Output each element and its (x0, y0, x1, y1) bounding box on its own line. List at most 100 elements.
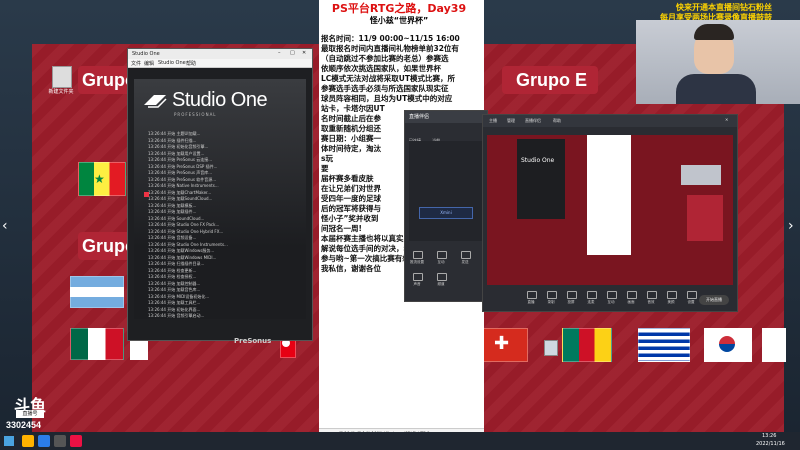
control-label: 互动 (607, 300, 615, 304)
document-line: LC模式无法对战将采取UT模式比赛，所 (321, 74, 455, 83)
control-icon[interactable] (627, 291, 637, 299)
control-icon[interactable] (647, 291, 657, 299)
log-line: 13:26:44 开始 主题UI加载... (148, 131, 201, 136)
douyu-sub: 直播号 (16, 410, 44, 418)
flag-mexico (70, 328, 124, 360)
control-label: 设置 (687, 300, 695, 304)
document-line: 参赛选手选手必须与所选国家队现实征 (321, 84, 449, 93)
log-line: 13:26:44 开始 PreSonus 软件音源... (148, 176, 217, 182)
log-line: 13:26:44 开始 插件扫描... (148, 137, 197, 143)
douyu-logo: 斗鱼 直播号 3302454 (6, 392, 66, 432)
label-send: 发送 (461, 260, 469, 264)
log-line: 13:26:44 开始 加载模板... (148, 202, 197, 208)
log-line: 13:26:44 开始 Native Instruments... (148, 183, 219, 188)
stream-close-icon[interactable]: ✕ (725, 117, 728, 122)
studio-menubar: 文件 编辑 Studio One 帮助 (128, 59, 312, 68)
korea-emblem (719, 336, 735, 352)
studio-one-logo: Studio One (172, 89, 268, 111)
control-icon[interactable] (567, 291, 577, 299)
stream-menu-companion[interactable]: 直播伴侣 (525, 118, 541, 124)
control-label: 音效 (647, 300, 655, 304)
preview-studio-window: Studio One (517, 139, 565, 219)
menu-help[interactable]: 帮助 (186, 60, 196, 67)
log-line: 13:26:44 开始 加载音色库... (148, 287, 201, 292)
presonus-brand: PreSonus (234, 337, 272, 345)
stream-titlebar: 主播 管理 直播伴侣 帮助 ✕ (483, 115, 737, 127)
log-line: 13:26:44 开始 MIDI设备初始化... (148, 293, 210, 299)
label-sound: 声音 (413, 282, 421, 286)
room-number: 3302454 (6, 420, 42, 430)
document-line: 依顺序依次挑选国家队，如果世界杯 (321, 64, 441, 73)
document-line: （自动跳过不参加比赛的老总）参赛选 (321, 54, 449, 63)
log-line: 13:26:44 开始 Studio One Hybrid FX... (148, 228, 224, 234)
log-line: 13:26:44 开始 初始化界面... (148, 306, 201, 312)
log-line: 13:26:44 开始 加载工具栏... (148, 300, 201, 305)
studio-splash: Studio One PROFESSIONAL 13:26:44 开始 主题UI… (134, 79, 306, 345)
document-line: 最取报名时间内直播间礼物榜单前32位有 (321, 44, 459, 53)
start-icon[interactable] (4, 436, 14, 446)
log-line: 13:26:44 开始 加载Windows MIDI... (148, 254, 217, 260)
control-icon[interactable] (527, 291, 537, 299)
start-stream-button[interactable]: 开始直播 (699, 295, 729, 305)
maximize-icon[interactable]: □ (290, 50, 295, 56)
studio-one-window[interactable]: Studio One – □ ✕ 文件 编辑 Studio One 帮助 Stu… (127, 48, 313, 345)
close-icon[interactable]: ✕ (302, 50, 306, 56)
taskbar-stream-icon[interactable] (70, 435, 82, 447)
star-icon: ★ (94, 172, 105, 186)
interact-icon[interactable] (437, 251, 447, 259)
flag-cameroon (562, 328, 612, 362)
flag-partial-right (762, 328, 786, 362)
log-line: 13:26:44 开始 音频设备... (148, 235, 197, 240)
control-label: 连麦 (587, 300, 595, 304)
recycle-bin-icon[interactable] (544, 340, 558, 356)
stream-tool-window[interactable]: 主播 管理 直播伴侣 帮助 ✕ Studio One 直播 录制 投屏 连麦 互动 画面 音… (482, 114, 738, 312)
log-line: 13:26:44 开始 SoundCloud... (148, 215, 205, 221)
control-icon[interactable] (547, 291, 557, 299)
stream-menu-manage[interactable]: 管理 (507, 118, 515, 124)
stream-menu-help[interactable]: 帮助 (553, 118, 561, 124)
previous-arrow-icon[interactable]: ‹ (2, 218, 8, 234)
taskbar-edge-icon[interactable] (38, 435, 50, 447)
preview-studio-text: Studio One (521, 157, 555, 164)
control-icon[interactable] (607, 291, 617, 299)
next-arrow-icon[interactable]: › (788, 218, 794, 234)
log-line: 13:26:44 开始 检查授权... (148, 274, 197, 279)
control-icon[interactable] (687, 291, 697, 299)
menu-studio-one[interactable]: Studio One (158, 60, 186, 66)
label-channel: 频道 (437, 282, 445, 286)
panel-dropdown[interactable]: Xmini (419, 207, 473, 219)
send-icon[interactable] (461, 251, 471, 259)
control-icon[interactable] (587, 291, 597, 299)
stream-settings-icon[interactable] (413, 251, 423, 259)
taskbar-folder-icon[interactable] (22, 435, 34, 447)
menu-edit[interactable]: 编辑 (144, 60, 154, 67)
label-interact: 互动 (437, 260, 445, 264)
document-subtitle: 怪小兹“世界杯” (369, 16, 429, 25)
control-label: 投屏 (567, 300, 575, 304)
log-line: 13:26:44 开始 扫描插件目录... (148, 261, 205, 266)
panel-title: 直播伴侣 (409, 114, 430, 120)
document-line: 球员阵容相同，且均为UT模式中的对应 (321, 94, 453, 103)
log-line: 13:26:44 开始 加载SoundCloud... (148, 196, 213, 201)
log-line: 13:26:44 开始 Studio One FX Pack... (148, 222, 220, 227)
preview-group-panel (687, 195, 723, 241)
control-label: 录制 (547, 300, 555, 304)
stream-controls: 直播 录制 投屏 连麦 互动 画面 音效 美颜 设置 开始直播 (483, 289, 737, 311)
minimize-icon[interactable]: – (278, 50, 281, 56)
studio-titlebar[interactable]: Studio One – □ ✕ (128, 49, 312, 59)
menu-file[interactable]: 文件 (131, 60, 141, 67)
channel-icon[interactable] (437, 273, 447, 281)
control-icon[interactable] (667, 291, 677, 299)
clock: 13:26 (762, 433, 777, 439)
sound-icon[interactable] (413, 273, 423, 281)
group-e-label: Grupo E (516, 70, 587, 90)
control-label: 画面 (627, 300, 635, 304)
stream-menu-host[interactable]: 主播 (489, 118, 497, 124)
webcam-feed (636, 20, 800, 104)
label-stream-settings: 推流设置 (410, 260, 424, 264)
flag-uruguay (638, 328, 690, 362)
taskbar-studio-icon[interactable] (54, 435, 66, 447)
folder-icon[interactable] (52, 66, 72, 88)
cross-icon: ✚ (494, 333, 510, 354)
live-companion-panel[interactable]: 直播伴侣 已连接 当前 Xmini 推流设置 互动 发送 声音 频道 (404, 110, 488, 302)
